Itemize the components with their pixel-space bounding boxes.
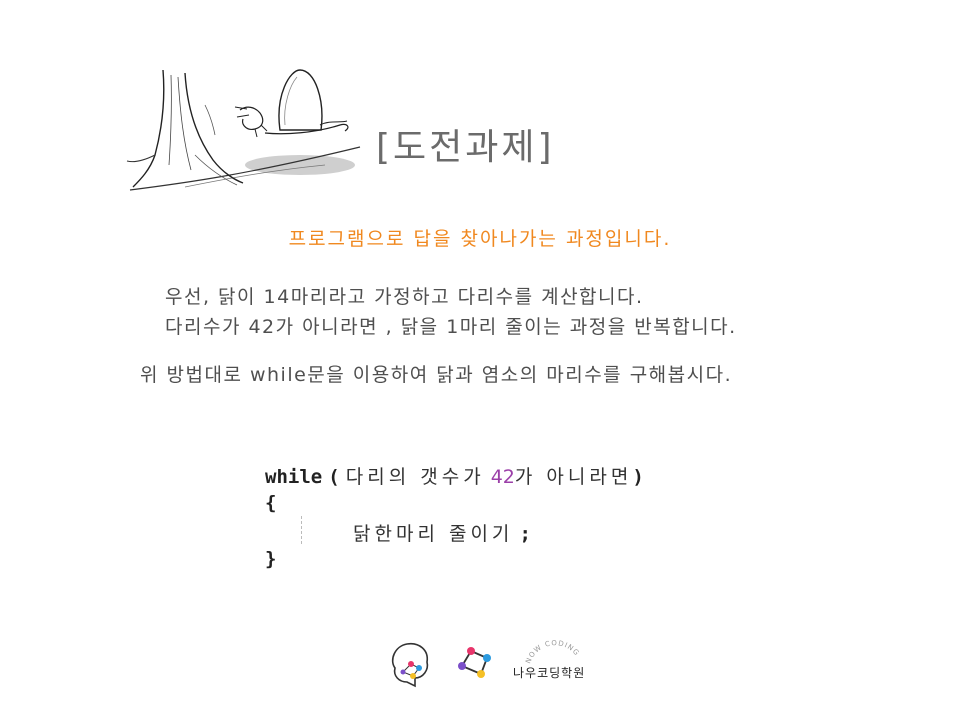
subtitle: 프로그램으로 답을 찾아나가는 과정입니다. [288,228,672,250]
footer-logos: NOW CODING 나우코딩학원 [385,636,605,691]
pseudo-code-block: while ( 다리의 갯수가 42가 아니라면) { 닭한마리 줄이기 ; } [265,462,735,582]
instruction-line-2: 다리수가 42가 아니라면 , 닭을 1마리 줄이는 과정을 반복합니다. [165,316,737,338]
code-semicolon: ; [519,523,531,545]
code-close-paren: ) [632,466,644,488]
tree-egg-illustration [126,69,361,191]
indent-guide [301,516,302,544]
code-open-brace: { [265,492,277,514]
code-open-paren: ( [328,466,340,488]
code-condition-text-2: 가 아니라면 [514,466,633,488]
code-close-brace: } [265,548,277,570]
ground-shadow [245,155,355,175]
code-body-line: 닭한마리 줄이기 ; [353,519,531,546]
svg-text:NOW CODING: NOW CODING [525,639,581,665]
code-keyword-while: while [265,466,323,488]
creature [239,106,264,130]
slide-title: [도전과제] [376,127,555,168]
academy-arc-label: NOW CODING [525,639,580,665]
brain-logo-icon [391,642,429,688]
academy-name: 나우코딩학원 [513,666,586,680]
egg [278,69,323,131]
instruction-line-1: 우선, 닭이 14마리라고 가정하고 다리수를 계산합니다. [165,286,644,308]
code-condition-number: 42 [490,466,515,488]
academy-arc-text: NOW CODING [525,639,581,665]
code-condition-text-1: 다리의 갯수가 [345,466,485,488]
code-while-line: while ( 다리의 갯수가 42가 아니라면) [265,462,644,489]
network-logo-icon [458,647,491,678]
code-body-text: 닭한마리 줄이기 [353,523,514,545]
instruction-line-3: 위 방법대로 while문을 이용하여 닭과 염소의 마리수를 구해봅시다. [140,364,733,386]
